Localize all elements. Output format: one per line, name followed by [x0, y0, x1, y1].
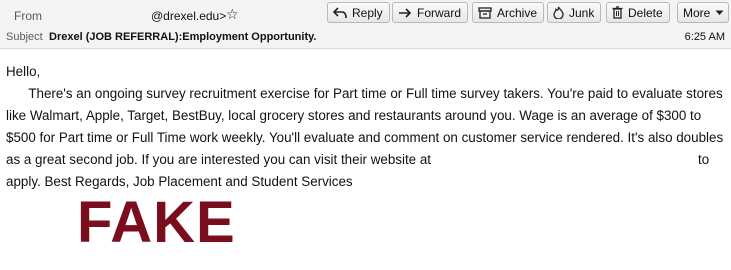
message-paragraph: There's an ongoing survey recruitment ex…: [6, 83, 726, 193]
star-icon[interactable]: ☆: [226, 6, 239, 23]
message-header: From @drexel.edu> ☆ Reply Forward Archiv…: [0, 0, 731, 49]
delete-button[interactable]: Delete: [606, 2, 670, 23]
flame-icon: [553, 6, 564, 19]
junk-label: Junk: [569, 5, 595, 20]
trash-icon: [612, 6, 623, 19]
from-label: From: [14, 9, 42, 23]
fake-stamp: FAKE: [77, 190, 236, 255]
reply-label: Reply: [352, 5, 383, 20]
archive-icon: [478, 6, 492, 19]
redacted-link[interactable]: [431, 150, 698, 164]
forward-label: Forward: [417, 5, 462, 20]
archive-button[interactable]: Archive: [472, 2, 545, 23]
subject-label: Subject: [6, 31, 43, 43]
chevron-down-icon: [715, 10, 724, 16]
junk-button[interactable]: Junk: [547, 2, 602, 23]
delete-label: Delete: [628, 5, 663, 20]
subject-text: Drexel (JOB REFERRAL):Employment Opportu…: [49, 31, 317, 43]
archive-label: Archive: [497, 5, 538, 20]
reply-icon: [333, 6, 347, 19]
more-label: More: [683, 5, 711, 20]
message-body: Hello, There's an ongoing survey recruit…: [6, 61, 726, 193]
reply-button[interactable]: Reply: [327, 2, 390, 23]
message-time: 6:25 AM: [684, 31, 725, 43]
greeting: Hello,: [6, 64, 41, 79]
sender-address[interactable]: @drexel.edu>: [151, 9, 226, 23]
forward-button[interactable]: Forward: [392, 2, 469, 23]
forward-arrow-icon: [398, 7, 412, 19]
more-button[interactable]: More: [677, 2, 730, 23]
